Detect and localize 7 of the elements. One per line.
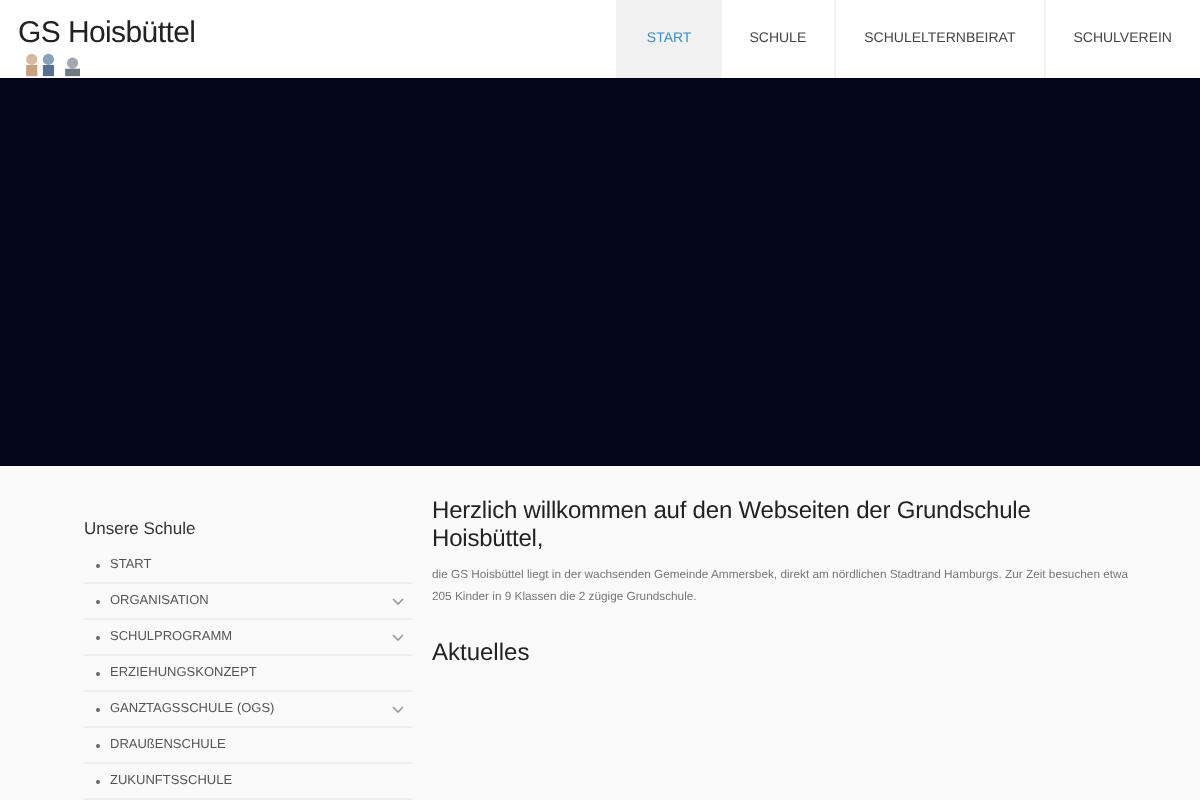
section-heading: Aktuelles xyxy=(432,638,532,666)
chevron-down-icon[interactable] xyxy=(392,597,404,605)
welcome-heading: Herzlich willkommen auf den Webseiten der Grundschule Hoisbüttel, xyxy=(432,496,1033,552)
sidebar-title: Unsere Schule xyxy=(84,518,198,538)
site-title[interactable]: GS Hoisbüttel xyxy=(18,16,196,50)
chevron-down-icon[interactable] xyxy=(392,705,404,713)
chevron-down-icon[interactable] xyxy=(392,633,404,641)
